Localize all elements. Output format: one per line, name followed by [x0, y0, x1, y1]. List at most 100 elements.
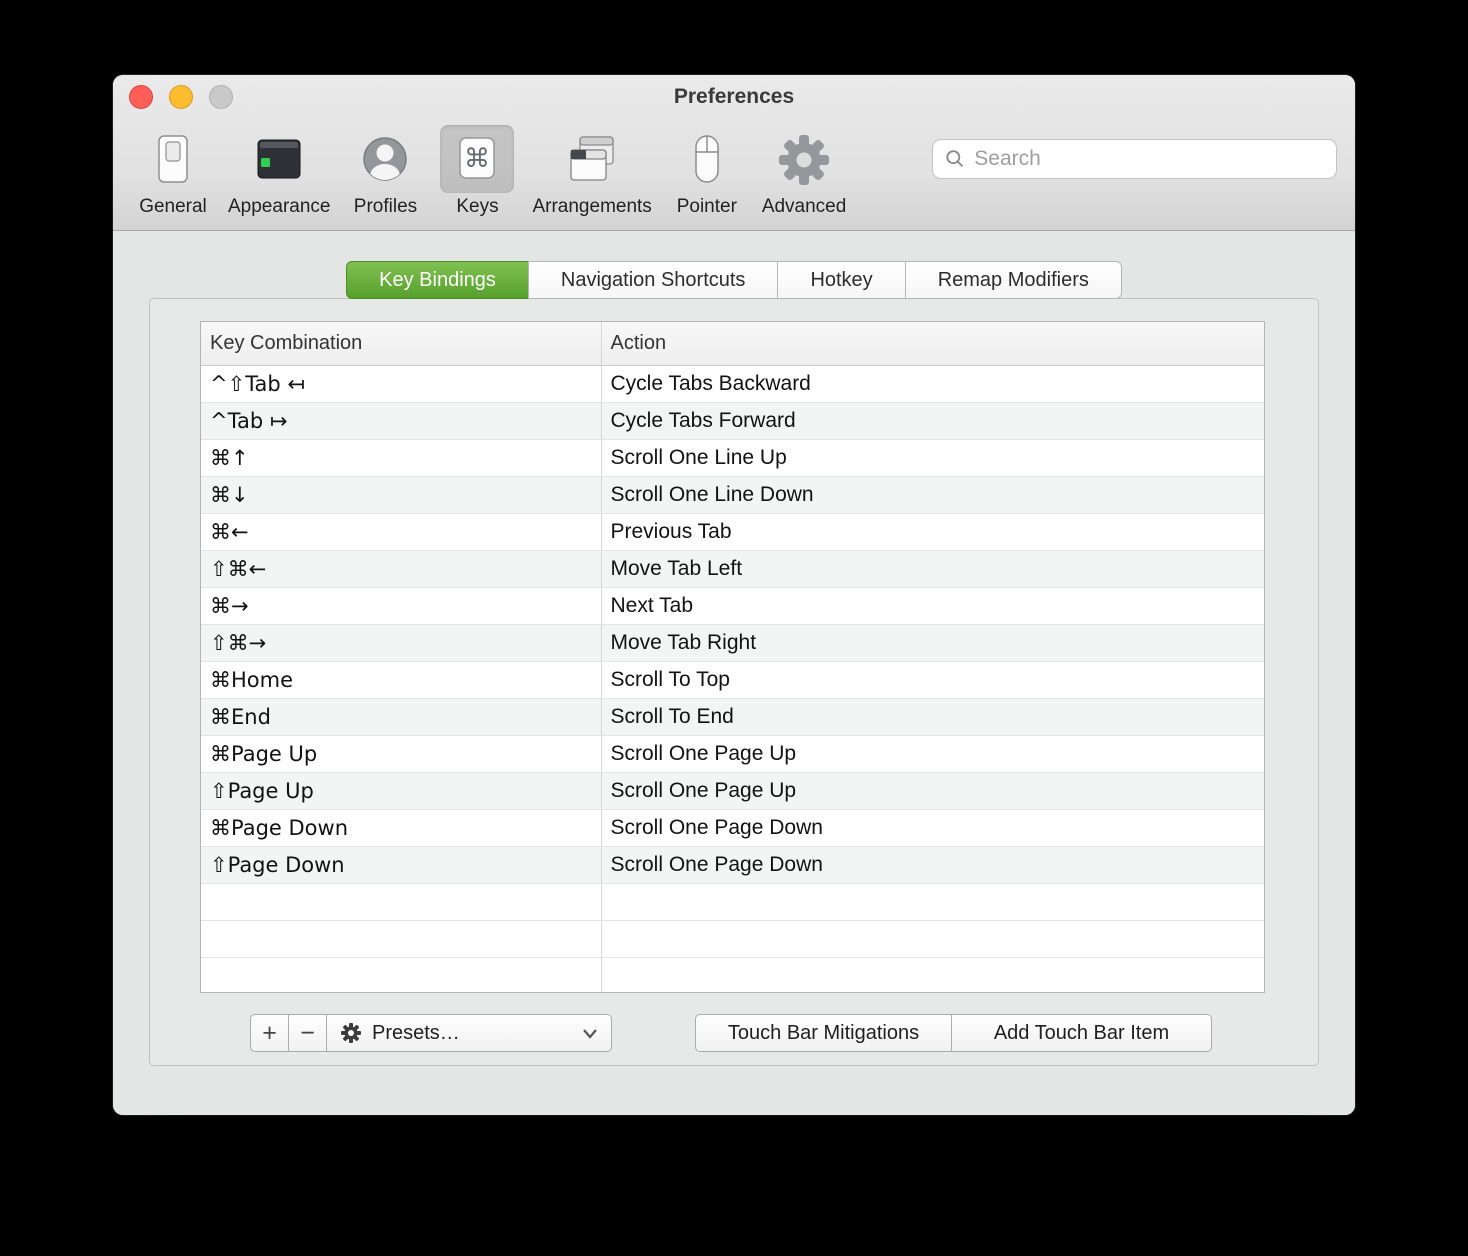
key-binding-row[interactable]: ⇧⌘←Move Tab Left — [201, 550, 1264, 587]
key-combination-cell[interactable]: ⌘↓ — [201, 476, 601, 513]
search-input[interactable] — [974, 147, 1324, 171]
empty-cell — [201, 883, 601, 920]
key-binding-row[interactable]: ⌘←Previous Tab — [201, 513, 1264, 550]
action-cell[interactable]: Move Tab Left — [601, 550, 1264, 587]
toolbar: General Appearance — [113, 119, 1355, 230]
tab-remap-modifiers[interactable]: Remap Modifiers — [905, 261, 1122, 299]
add-key-binding-button[interactable]: + — [250, 1014, 289, 1052]
toolbar-item-general[interactable]: General — [131, 125, 215, 218]
general-icon — [136, 125, 210, 193]
key-binding-row[interactable]: ⌘↓Scroll One Line Down — [201, 476, 1264, 513]
key-combination-cell[interactable]: ⌘→ — [201, 587, 601, 624]
empty-row — [201, 920, 1264, 957]
search-field[interactable] — [932, 139, 1337, 179]
toolbar-item-label: General — [139, 196, 207, 218]
key-binding-row[interactable]: ⌘Page UpScroll One Page Up — [201, 735, 1264, 772]
key-combination-cell[interactable]: ⌘↑ — [201, 439, 601, 476]
key-combination-cell[interactable]: ⇧⌘← — [201, 550, 601, 587]
key-bindings-table: Key Combination Action ^⇧Tab ↤Cycle Tabs… — [200, 321, 1265, 993]
action-cell[interactable]: Cycle Tabs Forward — [601, 402, 1264, 439]
toolbar-item-keys[interactable]: ⌘ Keys — [435, 125, 519, 218]
key-binding-row[interactable]: ⌘→Next Tab — [201, 587, 1264, 624]
key-combination-cell[interactable]: ⌘Page Up — [201, 735, 601, 772]
table-header-row: Key Combination Action — [201, 322, 1264, 365]
action-cell[interactable]: Scroll One Page Up — [601, 772, 1264, 809]
empty-cell — [201, 920, 601, 957]
traffic-lights — [129, 75, 233, 119]
arrangements-icon — [555, 125, 629, 193]
close-button[interactable] — [129, 85, 153, 109]
toolbar-items: General Appearance — [131, 125, 851, 218]
toolbar-item-advanced[interactable]: Advanced — [757, 125, 852, 218]
key-binding-row[interactable]: ^⇧Tab ↤Cycle Tabs Backward — [201, 365, 1264, 402]
presets-gear-icon — [340, 1022, 362, 1044]
key-bindings-panel: Key Combination Action ^⇧Tab ↤Cycle Tabs… — [149, 298, 1319, 1066]
touch-bar-buttons: Touch Bar Mitigations Add Touch Bar Item — [695, 1014, 1212, 1052]
key-binding-row[interactable]: ⇧⌘→Move Tab Right — [201, 624, 1264, 661]
key-combination-cell[interactable]: ⌘← — [201, 513, 601, 550]
presets-dropdown[interactable]: Presets… — [326, 1014, 612, 1052]
column-header-action[interactable]: Action — [601, 322, 1264, 365]
action-cell[interactable]: Scroll One Page Down — [601, 846, 1264, 883]
empty-cell — [201, 957, 601, 993]
action-cell[interactable]: Scroll One Line Down — [601, 476, 1264, 513]
key-binding-row[interactable]: ⌘Page DownScroll One Page Down — [201, 809, 1264, 846]
action-cell[interactable]: Scroll One Line Up — [601, 439, 1264, 476]
minimize-button[interactable] — [169, 85, 193, 109]
touch-bar-mitigations-button[interactable]: Touch Bar Mitigations — [695, 1014, 952, 1052]
action-cell[interactable]: Scroll One Page Up — [601, 735, 1264, 772]
key-combination-cell[interactable]: ⌘End — [201, 698, 601, 735]
key-binding-row[interactable]: ⇧Page UpScroll One Page Up — [201, 772, 1264, 809]
action-cell[interactable]: Scroll To End — [601, 698, 1264, 735]
action-cell[interactable]: Scroll One Page Down — [601, 809, 1264, 846]
window-chrome: Preferences General — [113, 75, 1355, 231]
action-cell[interactable]: Move Tab Right — [601, 624, 1264, 661]
presets-label: Presets… — [372, 1022, 460, 1045]
key-binding-row[interactable]: ⇧Page DownScroll One Page Down — [201, 846, 1264, 883]
toolbar-item-profiles[interactable]: Profiles — [343, 125, 427, 218]
action-cell[interactable]: Scroll To Top — [601, 661, 1264, 698]
key-combination-cell[interactable]: ⌘Page Down — [201, 809, 601, 846]
key-combination-cell[interactable]: ⇧Page Up — [201, 772, 601, 809]
tab-navigation-shortcuts[interactable]: Navigation Shortcuts — [528, 261, 779, 299]
window-title: Preferences — [674, 85, 794, 109]
add-touch-bar-item-button[interactable]: Add Touch Bar Item — [951, 1014, 1212, 1052]
action-cell[interactable]: Cycle Tabs Backward — [601, 365, 1264, 402]
empty-row — [201, 957, 1264, 993]
toolbar-item-arrangements[interactable]: Arrangements — [527, 125, 656, 218]
empty-row — [201, 883, 1264, 920]
profiles-icon — [348, 125, 422, 193]
panel-footer: + − — [200, 1014, 1265, 1052]
toolbar-item-label: Appearance — [228, 196, 330, 218]
tab-key-bindings[interactable]: Key Bindings — [346, 261, 529, 299]
key-binding-row[interactable]: ⌘↑Scroll One Line Up — [201, 439, 1264, 476]
gear-icon — [767, 125, 841, 193]
action-cell[interactable]: Next Tab — [601, 587, 1264, 624]
column-header-key-combination[interactable]: Key Combination — [201, 322, 601, 365]
key-combination-cell[interactable]: ⌘Home — [201, 661, 601, 698]
key-combination-cell[interactable]: ⇧Page Down — [201, 846, 601, 883]
tab-hotkey[interactable]: Hotkey — [777, 261, 905, 299]
key-binding-row[interactable]: ⌘EndScroll To End — [201, 698, 1264, 735]
toolbar-item-pointer[interactable]: Pointer — [665, 125, 749, 218]
empty-cell — [601, 920, 1264, 957]
key-binding-row[interactable]: ⌘HomeScroll To Top — [201, 661, 1264, 698]
empty-cell — [601, 957, 1264, 993]
svg-text:⌘: ⌘ — [464, 144, 490, 174]
toolbar-item-appearance[interactable]: Appearance — [223, 125, 335, 218]
action-cell[interactable]: Previous Tab — [601, 513, 1264, 550]
key-combination-cell[interactable]: ^Tab ↦ — [201, 402, 601, 439]
titlebar: Preferences — [113, 75, 1355, 119]
preferences-tab-bar: Key Bindings Navigation Shortcuts Hotkey… — [346, 261, 1122, 299]
pointer-icon — [670, 125, 744, 193]
zoom-button[interactable] — [209, 85, 233, 109]
toolbar-item-label: Advanced — [762, 196, 847, 218]
toolbar-item-label: Arrangements — [532, 196, 651, 218]
key-binding-row[interactable]: ^Tab ↦Cycle Tabs Forward — [201, 402, 1264, 439]
chevron-down-icon — [582, 1028, 598, 1039]
key-combination-cell[interactable]: ^⇧Tab ↤ — [201, 365, 601, 402]
remove-key-binding-button[interactable]: − — [288, 1014, 327, 1052]
content-area: Key Bindings Navigation Shortcuts Hotkey… — [113, 231, 1355, 1115]
key-combination-cell[interactable]: ⇧⌘→ — [201, 624, 601, 661]
search-icon — [945, 148, 965, 170]
